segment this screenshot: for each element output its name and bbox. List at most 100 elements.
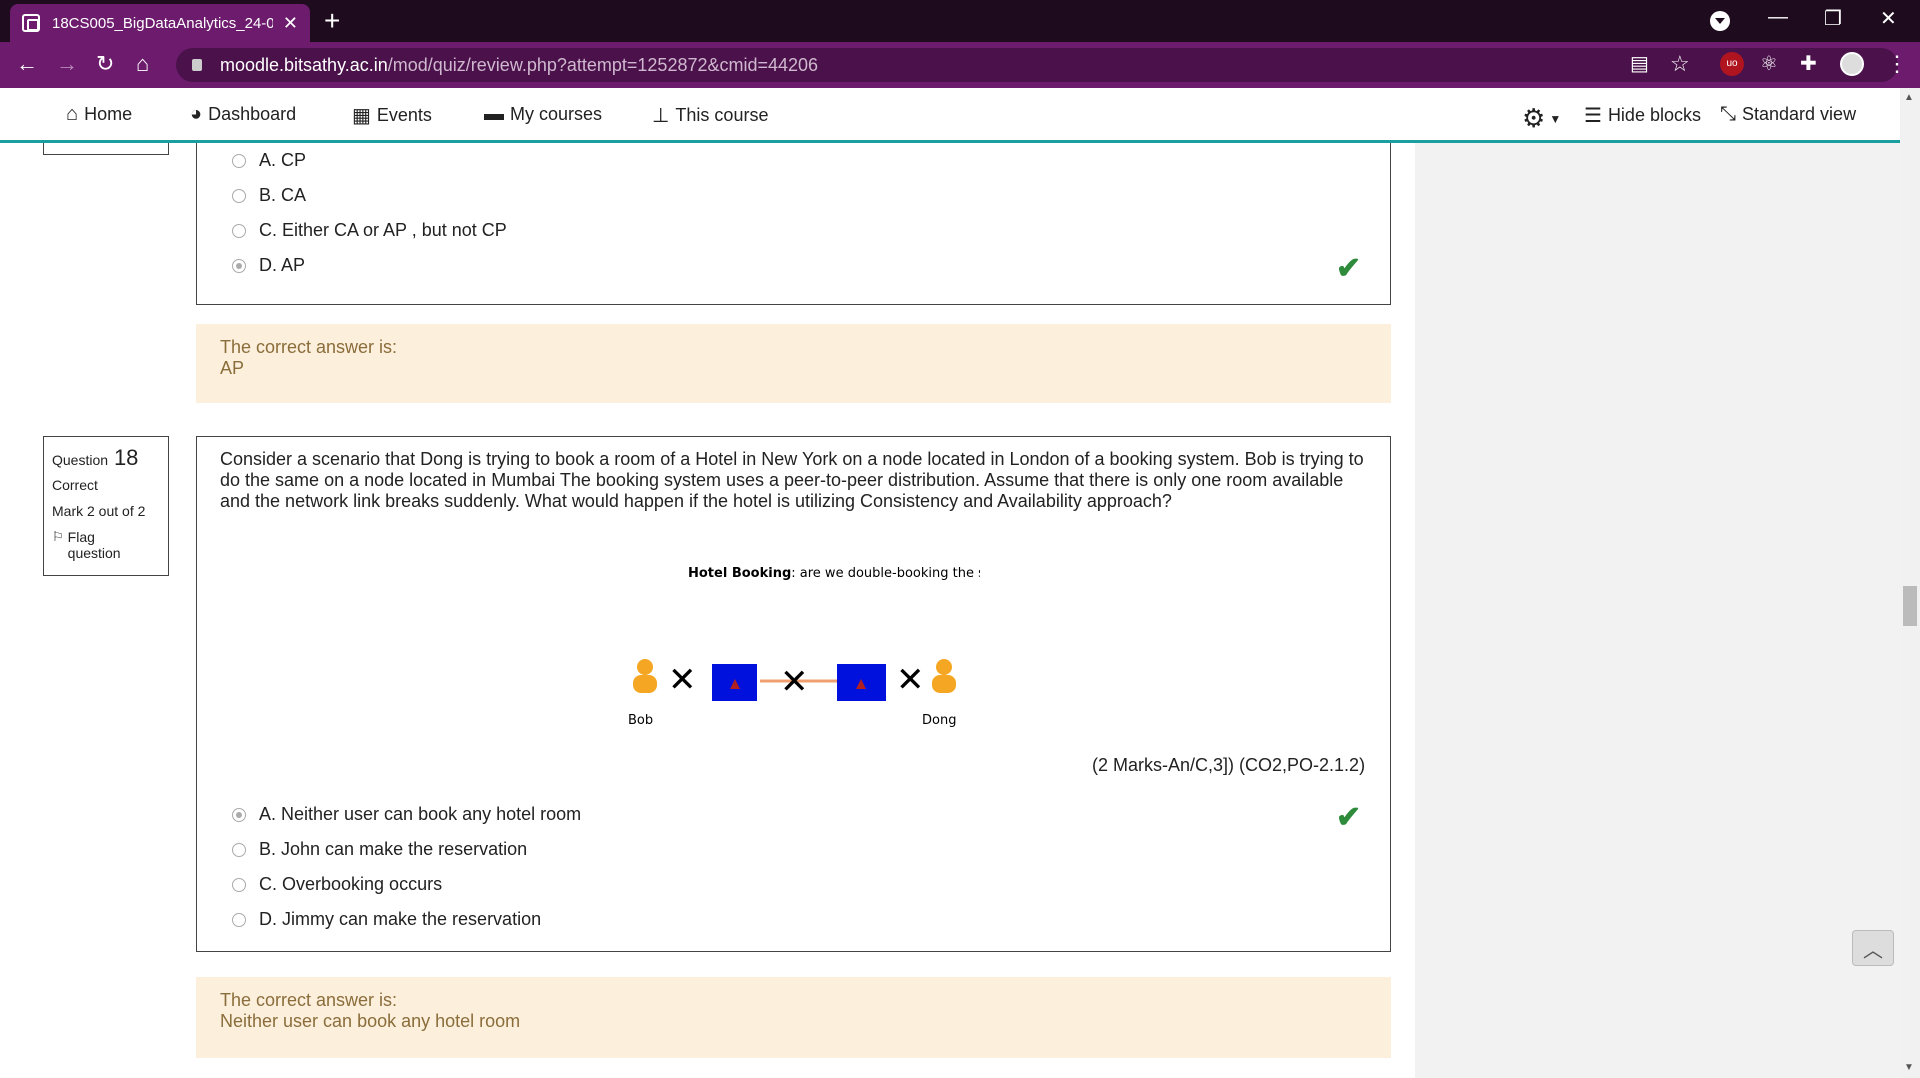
blocks-region	[1415, 143, 1900, 1078]
dashboard-gauge-icon: ◕	[190, 103, 203, 125]
question-mark: Mark 2 out of 2	[52, 503, 146, 519]
radio-button[interactable]	[232, 188, 246, 203]
restore-icon[interactable]: ❐	[1824, 6, 1842, 31]
house-icon: ⌂	[66, 103, 79, 125]
q18-feedback-answer: Neither user can book any hotel room	[220, 1011, 521, 1031]
flag-question-link[interactable]: ⚐ Flag question	[52, 529, 122, 561]
q18-option-d-label: D. Jimmy can make the reservation	[259, 909, 542, 929]
nav-dashboard-label: Dashboard	[208, 104, 297, 124]
tab-search-icon[interactable]	[1710, 11, 1730, 31]
cross-icon: ✕	[668, 660, 697, 700]
nav-dashboard[interactable]: ◕ Dashboard	[190, 103, 296, 126]
standard-view-button[interactable]: ⤡ Standard view	[1720, 103, 1856, 126]
question-18-info: Question 18 Correct Mark 2 out of 2 ⚐ Fl…	[43, 436, 169, 576]
list-icon: ☰	[1584, 105, 1602, 127]
browser-tab-strip: 18CS005_BigDataAnalytics_24-09 ✕ + — ❐ ✕	[0, 0, 1920, 42]
bob-label: Bob	[628, 713, 653, 728]
page-content: A. CP B. CA C. Either CA or AP , but not…	[0, 143, 1900, 1078]
moodle-navbar: ⌂ Home ◕ Dashboard ▦ Events ▬ My courses…	[0, 88, 1900, 143]
scrollbar-thumb[interactable]	[1903, 586, 1917, 626]
nav-home[interactable]: ⌂ Home	[66, 103, 132, 126]
hide-blocks-label: Hide blocks	[1607, 105, 1701, 125]
reload-icon[interactable]: ↻	[96, 52, 114, 76]
correct-check-icon: ✔	[1336, 801, 1362, 834]
question-state: Correct	[52, 477, 98, 493]
nav-this-course[interactable]: ⊥ This course	[652, 103, 768, 128]
compress-arrows-icon: ⤡	[1720, 103, 1736, 125]
sitemap-icon: ⊥	[652, 105, 670, 127]
nav-my-courses-label: My courses	[510, 104, 603, 124]
q17-option-a-label: A. CP	[259, 150, 307, 170]
q18-option-b-label: B. John can make the reservation	[259, 839, 528, 859]
settings-menu[interactable]: ⚙ ▼	[1522, 103, 1561, 134]
question-number-line: Question 18	[52, 445, 160, 471]
profile-avatar[interactable]	[1840, 52, 1864, 76]
q18-option-c-label: C. Overbooking occurs	[259, 874, 443, 894]
question-18-text: Consider a scenario that Dong is trying …	[220, 449, 1364, 511]
previous-question-info-box	[43, 143, 169, 155]
correct-check-icon: ✔	[1336, 252, 1362, 285]
minimize-icon[interactable]: —	[1768, 6, 1788, 29]
q17-option-c[interactable]: C. Either CA or AP , but not CP	[232, 220, 507, 241]
gear-icon: ⚙	[1522, 103, 1546, 133]
nav-events-label: Events	[376, 105, 432, 125]
q18-option-d[interactable]: D. Jimmy can make the reservation	[232, 909, 541, 930]
scroll-down-arrow-icon[interactable]: ▼	[1904, 1062, 1914, 1073]
home-icon[interactable]: ⌂	[136, 52, 149, 76]
scroll-up-arrow-icon[interactable]: ▲	[1904, 92, 1914, 103]
nav-home-label: Home	[84, 104, 133, 124]
briefcase-icon: ▬	[484, 103, 504, 125]
moodle-favicon-icon	[22, 14, 40, 32]
new-tab-icon[interactable]: +	[324, 6, 340, 36]
scroll-to-top-button[interactable]: ︿	[1852, 930, 1894, 966]
q18-feedback: The correct answer is: Neither user can …	[196, 977, 1391, 1058]
q18-option-b[interactable]: B. John can make the reservation	[232, 839, 527, 860]
q18-feedback-heading: The correct answer is:	[220, 990, 398, 1010]
radio-button-selected[interactable]	[232, 258, 246, 273]
ublock-extension-icon[interactable]: uo	[1720, 52, 1744, 76]
url-path: /mod/quiz/review.php?attempt=1252872&cmi…	[387, 54, 819, 75]
dong-person-icon	[932, 659, 956, 693]
radio-button[interactable]	[232, 877, 246, 892]
radio-button[interactable]	[232, 842, 246, 857]
ublock-extension-label: uo	[1726, 58, 1738, 69]
nav-my-courses[interactable]: ▬ My courses	[484, 103, 602, 126]
q17-feedback-answer: AP	[220, 358, 245, 378]
nav-events[interactable]: ▦ Events	[352, 103, 432, 128]
forward-icon[interactable]: →	[56, 52, 78, 76]
page-scrollbar[interactable]	[1900, 88, 1920, 1078]
back-icon[interactable]: ←	[16, 52, 38, 76]
diagram-title: Hotel Booking: are we double-booking the…	[688, 566, 980, 581]
tab-close-icon[interactable]: ✕	[283, 13, 298, 34]
cross-icon: ✕	[896, 660, 925, 700]
flag-question-label: Flag question	[67, 529, 121, 561]
standard-view-label: Standard view	[1742, 104, 1857, 124]
q17-option-c-label: C. Either CA or AP , but not CP	[259, 220, 507, 240]
bookmark-star-icon[interactable]: ☆	[1670, 52, 1690, 76]
hide-blocks-button[interactable]: ☰ Hide blocks	[1584, 103, 1701, 128]
q18-option-c[interactable]: C. Overbooking occurs	[232, 874, 442, 895]
react-extension-icon[interactable]: ⚛	[1760, 52, 1778, 76]
dong-label: Dong	[922, 713, 956, 728]
q17-option-d[interactable]: D. AP	[232, 255, 305, 276]
q17-feedback: The correct answer is: AP	[196, 324, 1391, 403]
radio-button[interactable]	[232, 153, 246, 168]
browser-menu-icon[interactable]: ⋮	[1886, 52, 1908, 76]
diagram-title-rest: : are we double-booking the same room?	[791, 566, 980, 581]
q17-option-d-label: D. AP	[259, 255, 306, 275]
calendar-icon: ▦	[352, 105, 371, 127]
reader-mode-icon[interactable]: ▤	[1630, 52, 1649, 76]
browser-tab[interactable]: 18CS005_BigDataAnalytics_24-09 ✕	[10, 4, 310, 42]
nav-this-course-label: This course	[675, 105, 769, 125]
question-label: Question	[52, 452, 109, 468]
q17-feedback-heading: The correct answer is:	[220, 337, 398, 357]
radio-button-selected[interactable]	[232, 807, 246, 822]
close-window-icon[interactable]: ✕	[1880, 6, 1897, 31]
extensions-puzzle-icon[interactable]: ✚	[1800, 52, 1817, 76]
radio-button[interactable]	[232, 223, 246, 238]
q17-option-b[interactable]: B. CA	[232, 185, 306, 206]
q18-option-a[interactable]: A. Neither user can book any hotel room	[232, 804, 581, 825]
tab-title: 18CS005_BigDataAnalytics_24-09	[52, 14, 273, 32]
q17-option-a[interactable]: A. CP	[232, 150, 306, 171]
radio-button[interactable]	[232, 912, 246, 927]
